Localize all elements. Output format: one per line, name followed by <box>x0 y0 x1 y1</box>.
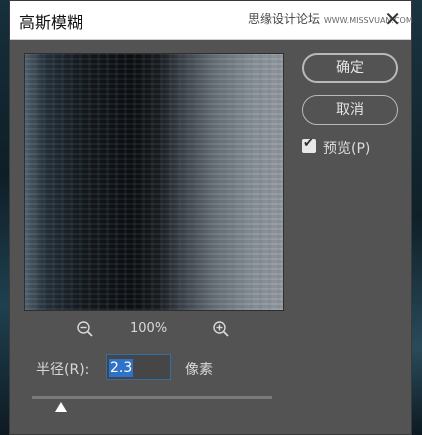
zoom-out-icon[interactable] <box>76 320 94 342</box>
cancel-button[interactable]: 取消 <box>302 95 398 125</box>
radius-input[interactable]: 2.3 <box>106 354 171 380</box>
preview-label: 预览(P) <box>323 141 371 157</box>
dialog-title: 高斯模糊 <box>19 13 84 32</box>
title-bar: 高斯模糊 思缘设计论坛 WWW.MISSVUAN.COM ✕ <box>10 1 413 40</box>
checkmark-icon: ✔ <box>303 136 314 151</box>
watermark-text: 思缘设计论坛 <box>248 12 321 26</box>
zoom-level: 100% <box>130 321 168 336</box>
close-icon[interactable]: ✕ <box>384 7 401 31</box>
radius-value[interactable]: 2.3 <box>109 359 134 377</box>
radius-slider-thumb[interactable] <box>54 402 67 412</box>
radius-unit: 像素 <box>185 362 213 378</box>
ok-button[interactable]: 确定 <box>302 53 398 83</box>
preview-checkbox[interactable]: ✔ <box>302 136 316 153</box>
zoom-in-icon[interactable] <box>212 320 230 342</box>
radius-slider-track[interactable] <box>32 396 272 399</box>
radius-label: 半径(R): <box>36 362 90 378</box>
preview-image[interactable] <box>24 53 284 311</box>
gaussian-blur-dialog: 高斯模糊 思缘设计论坛 WWW.MISSVUAN.COM ✕ 确定 取消 ✔ 预… <box>9 0 413 435</box>
